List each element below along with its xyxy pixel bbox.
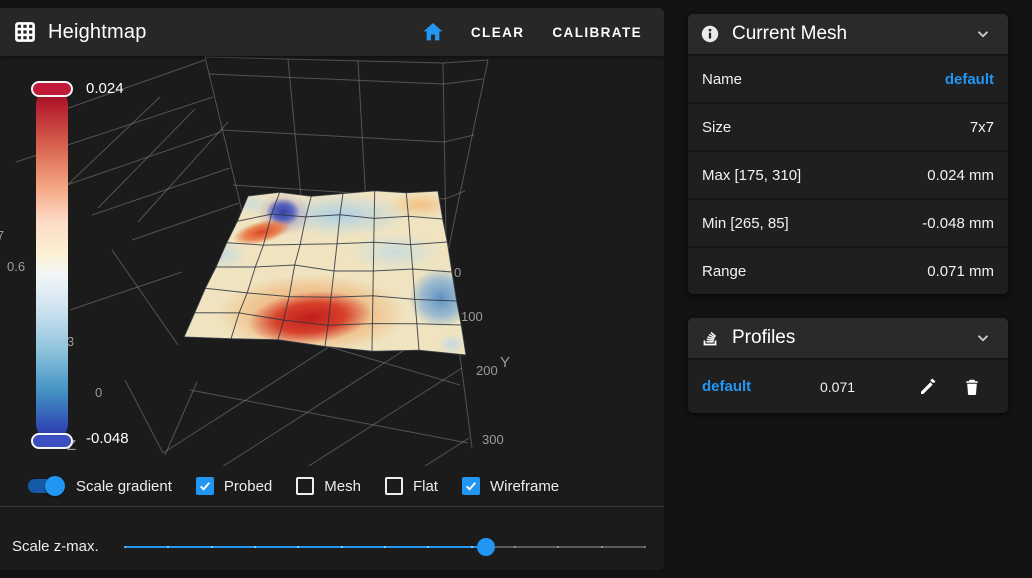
checkbox-probed-label: Probed [224,478,272,495]
mesh-row-max-label: Max [175, 310] [702,167,801,184]
mesh-row-size-value: 7x7 [970,119,994,136]
profiles-title: Profiles [732,327,970,349]
home-icon [421,20,445,44]
heightmap-3d-plot[interactable]: 0.7 0.6 0.3 0 Z 0 100 200 300 Y [0,56,664,466]
y-tick-200: 200 [476,363,498,378]
profiles-header: Profiles [688,318,1008,358]
checkbox-probed-box [196,477,214,495]
profile-range-value: 0.071 [820,379,906,395]
current-mesh-header: Current Mesh [688,14,1008,54]
delete-profile-button[interactable] [950,371,994,403]
edit-profile-button[interactable] [906,371,950,403]
mesh-row-max: Max [175, 310] 0.024 mm [688,150,1008,198]
stack-icon [700,328,720,348]
info-icon [700,24,720,44]
mesh-row-size: Size 7x7 [688,102,1008,150]
scale-gradient-label: Scale gradient [76,478,172,495]
mesh-row-name-label: Name [702,71,742,88]
mesh-row-min-value: -0.048 mm [922,215,994,232]
y-tick-0: 0 [454,265,461,280]
zmax-slider-thumb[interactable] [477,538,495,556]
checkbox-flat-label: Flat [413,478,438,495]
home-position-button[interactable] [409,12,457,52]
profiles-card: Profiles default 0.071 [688,318,1008,413]
mesh-row-name: Name default [688,54,1008,102]
checkbox-wireframe-label: Wireframe [490,478,559,495]
checkbox-flat[interactable]: Flat [385,477,438,495]
zmax-slider[interactable] [125,537,645,557]
mesh-row-size-label: Size [702,119,731,136]
scale-gradient-toggle[interactable] [27,476,63,496]
checkbox-probed[interactable]: Probed [196,477,272,495]
grid-icon [14,21,36,43]
calibrate-button[interactable]: CALIBRATE [538,15,656,50]
colorbar-gradient [36,88,68,440]
mesh-row-min-label: Min [265, 85] [702,215,789,232]
checkbox-flat-box [385,477,403,495]
z-tick-0-7: 0.7 [0,228,4,243]
checkbox-mesh-box [296,477,314,495]
mesh-row-min: Min [265, 85] -0.048 mm [688,198,1008,246]
mesh-surface [184,191,473,355]
checkbox-mesh-label: Mesh [324,478,361,495]
heightmap-toolbar: Heightmap CLEAR CALIBRATE [0,8,664,56]
trash-icon [962,377,982,397]
mesh-row-range-value: 0.071 mm [927,263,994,280]
heightmap-card: Heightmap CLEAR CALIBRATE [0,8,664,570]
mesh-row-name-value[interactable]: default [945,71,994,88]
checkbox-wireframe-box [462,477,480,495]
profile-name-link[interactable]: default [702,378,820,395]
z-tick-0: 0 [95,385,102,400]
current-mesh-collapse-button[interactable] [970,21,996,47]
current-mesh-card: Current Mesh Name default Size 7x7 Max [… [688,14,1008,294]
page-title: Heightmap [48,21,147,44]
colorbar-min-handle[interactable] [31,433,73,449]
y-axis-label: Y [500,354,510,371]
checkbox-wireframe[interactable]: Wireframe [462,477,559,495]
z-tick-0-6: 0.6 [7,259,25,274]
current-mesh-title: Current Mesh [732,23,970,45]
y-tick-300: 300 [482,432,504,447]
colorbar-min-label: -0.048 [86,430,129,447]
profiles-collapse-button[interactable] [970,325,996,351]
display-options-row: Scale gradient Probed Mesh Flat Wirefram… [0,466,664,506]
profile-row-default: default 0.071 [688,358,1008,413]
zmax-slider-label: Scale z-max. [12,538,99,555]
zmax-slider-fill [125,546,486,548]
checkbox-mesh[interactable]: Mesh [296,477,361,495]
plot-canvas: 0.7 0.6 0.3 0 Z 0 100 200 300 Y [0,56,664,466]
pencil-icon [918,377,938,397]
zmax-slider-row: Scale z-max. [0,507,664,568]
colorbar-scale [36,85,68,445]
mesh-row-range-label: Range [702,263,746,280]
colorbar-max-label: 0.024 [86,80,124,97]
mesh-row-range: Range 0.071 mm [688,246,1008,294]
mesh-row-max-value: 0.024 mm [927,167,994,184]
clear-button[interactable]: CLEAR [457,15,539,50]
y-tick-100: 100 [461,309,483,324]
colorbar-max-handle[interactable] [31,81,73,97]
